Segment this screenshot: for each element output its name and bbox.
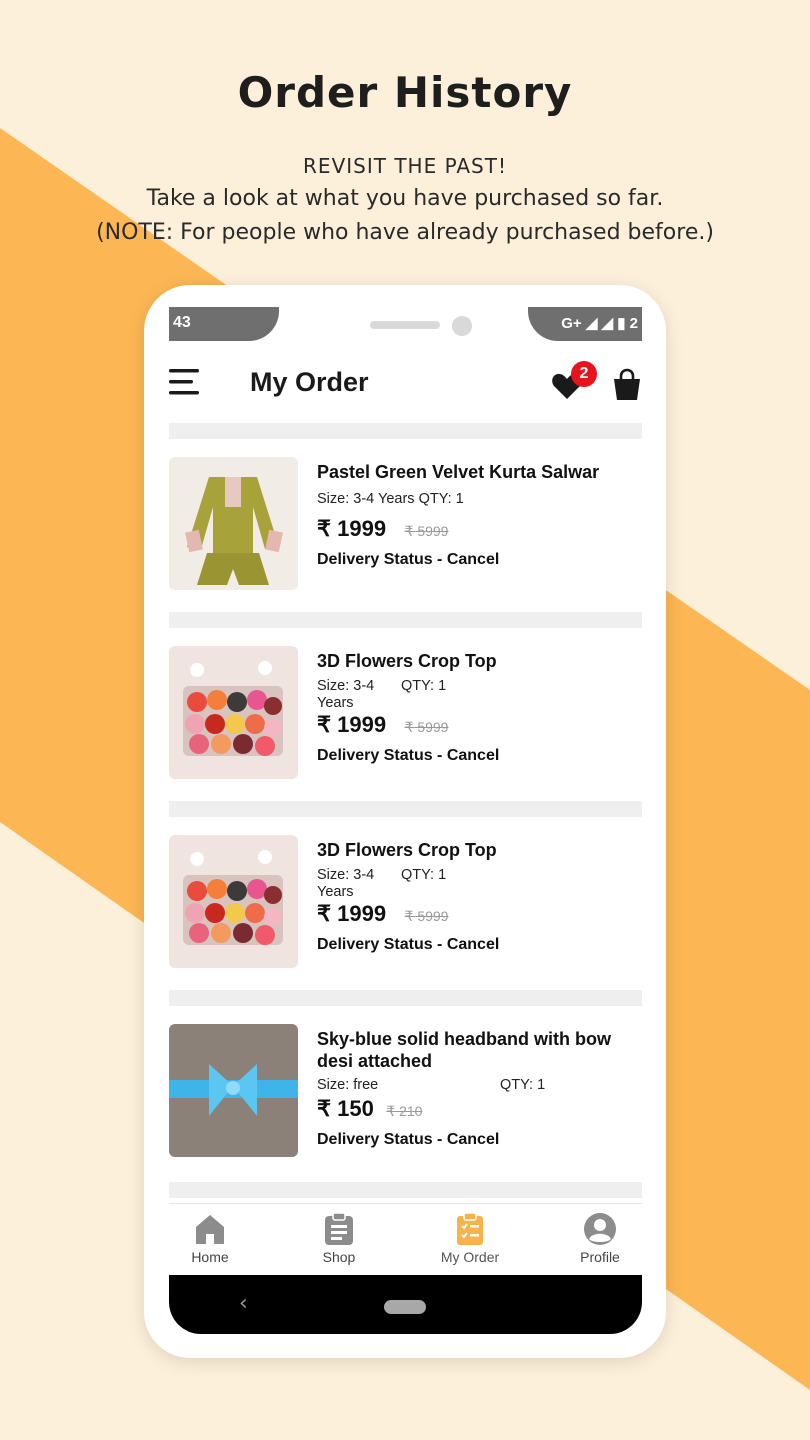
product-price: ₹ 1999 [317, 516, 387, 541]
product-image [169, 646, 298, 779]
product-size: Size: free [317, 1077, 379, 1093]
app-screen: 43 G+ ◢ ◢ ▮ 2 My Order 2 Pastel Green Ve… [169, 307, 642, 1334]
divider [169, 1182, 642, 1198]
price-row: ₹ 150 ₹ 210 [317, 1096, 642, 1125]
status-bar-right: G+ ◢ ◢ ▮ 2 [528, 307, 642, 341]
order-card[interactable]: Pastel Green Velvet Kurta Salwar Size: 3… [169, 439, 642, 612]
order-list: Pastel Green Velvet Kurta Salwar Size: 3… [169, 423, 642, 1198]
nav-label-my-order: My Order [440, 1249, 500, 1265]
product-size: Size: 3-4 Years [317, 867, 375, 900]
home-pill-button[interactable] [384, 1300, 426, 1314]
status-network: G+ ◢ ◢ ▮ 2 [561, 315, 638, 332]
order-info: 3D Flowers Crop Top Size: 3-4 Years QTY:… [317, 839, 642, 954]
price-row: ₹ 1999 ₹ 5999 [317, 516, 642, 545]
product-price: ₹ 1999 [317, 901, 387, 926]
home-icon [196, 1215, 224, 1244]
product-qty: QTY: 1 [418, 491, 464, 507]
delivery-status: Delivery Status - Cancel [317, 551, 500, 568]
profile-icon [584, 1213, 616, 1245]
order-checklist-icon [457, 1212, 483, 1245]
promo-title: Order History [237, 68, 573, 117]
product-name: Pastel Green Velvet Kurta Salwar [317, 462, 600, 482]
product-size: Size: 3-4 Years [317, 678, 375, 711]
speaker-grille [370, 321, 440, 329]
order-info: Sky-blue solid headband with bow desi at… [317, 1028, 642, 1149]
product-qty: QTY: 1 [401, 867, 447, 883]
size-qty-row: Size: 3-4 Years QTY: 1 [317, 491, 642, 508]
size-qty-row: Size: 3-4 Years QTY: 1 [317, 867, 642, 901]
back-icon[interactable]: ‹ [239, 1291, 248, 1316]
nav-item-profile[interactable]: Profile [550, 1212, 642, 1265]
order-card[interactable]: Sky-blue solid headband with bow desi at… [169, 1006, 642, 1182]
order-card[interactable]: 3D Flowers Crop Top Size: 3-4 Years QTY:… [169, 817, 642, 990]
product-name: Sky-blue solid headband with bow desi at… [317, 1029, 612, 1071]
product-mrp: ₹ 5999 [404, 523, 449, 539]
divider [169, 801, 642, 817]
size-qty-row: Size: 3-4 Years QTY: 1 [317, 678, 642, 712]
app-bar: My Order 2 [169, 341, 642, 423]
product-price: ₹ 150 [317, 1096, 374, 1121]
promo-line-2: Take a look at what you have purchased s… [146, 186, 664, 211]
order-card[interactable]: 3D Flowers Crop Top Size: 3-4 Years QTY:… [169, 628, 642, 801]
promo-line-1: REVISIT THE PAST! [303, 154, 507, 178]
product-price: ₹ 1999 [317, 712, 387, 737]
nav-item-my-order[interactable]: My Order [420, 1212, 520, 1265]
bag-icon[interactable] [612, 368, 642, 402]
nav-item-home[interactable]: Home [169, 1212, 260, 1265]
nav-label-home: Home [191, 1249, 229, 1265]
product-image [169, 835, 298, 968]
divider [169, 612, 642, 628]
price-row: ₹ 1999 ₹ 5999 [317, 901, 642, 930]
clipboard-icon [325, 1212, 353, 1245]
size-qty-row: Size: free QTY: 1 [317, 1077, 642, 1094]
phone-frame: 43 G+ ◢ ◢ ▮ 2 My Order 2 Pastel Green Ve… [144, 285, 666, 1358]
product-mrp: ₹ 5999 [404, 908, 449, 924]
product-size: Size: 3-4 Years [317, 491, 415, 507]
product-mrp: ₹ 210 [386, 1103, 423, 1119]
system-nav-bar: ‹ [169, 1275, 642, 1334]
delivery-status: Delivery Status - Cancel [317, 747, 500, 764]
product-name: 3D Flowers Crop Top [317, 651, 497, 671]
front-camera [452, 316, 472, 336]
divider [169, 423, 642, 439]
delivery-status: Delivery Status - Cancel [317, 1131, 500, 1148]
menu-icon[interactable] [169, 367, 201, 397]
promo-line-3: (NOTE: For people who have already purch… [96, 220, 714, 245]
order-info: 3D Flowers Crop Top Size: 3-4 Years QTY:… [317, 650, 642, 765]
order-info: Pastel Green Velvet Kurta Salwar Size: 3… [317, 461, 642, 569]
product-mrp: ₹ 5999 [404, 719, 449, 735]
divider [169, 990, 642, 1006]
nav-label-profile: Profile [580, 1249, 620, 1265]
price-row: ₹ 1999 ₹ 5999 [317, 712, 642, 741]
status-bar: 43 G+ ◢ ◢ ▮ 2 [169, 307, 642, 341]
nav-item-shop[interactable]: Shop [289, 1212, 389, 1265]
bottom-nav: Home Shop My Order Profile [169, 1203, 642, 1276]
status-bar-left: 43 [169, 307, 279, 341]
delivery-status: Delivery Status - Cancel [317, 936, 500, 953]
product-qty: QTY: 1 [401, 678, 447, 694]
nav-label-shop: Shop [322, 1249, 356, 1265]
product-qty: QTY: 1 [500, 1077, 546, 1093]
product-image [169, 1024, 298, 1157]
status-time: 43 [173, 314, 191, 331]
page-title: My Order [250, 367, 369, 397]
product-name: 3D Flowers Crop Top [317, 840, 497, 860]
product-image [169, 457, 298, 590]
wishlist-count-badge: 2 [571, 361, 597, 387]
